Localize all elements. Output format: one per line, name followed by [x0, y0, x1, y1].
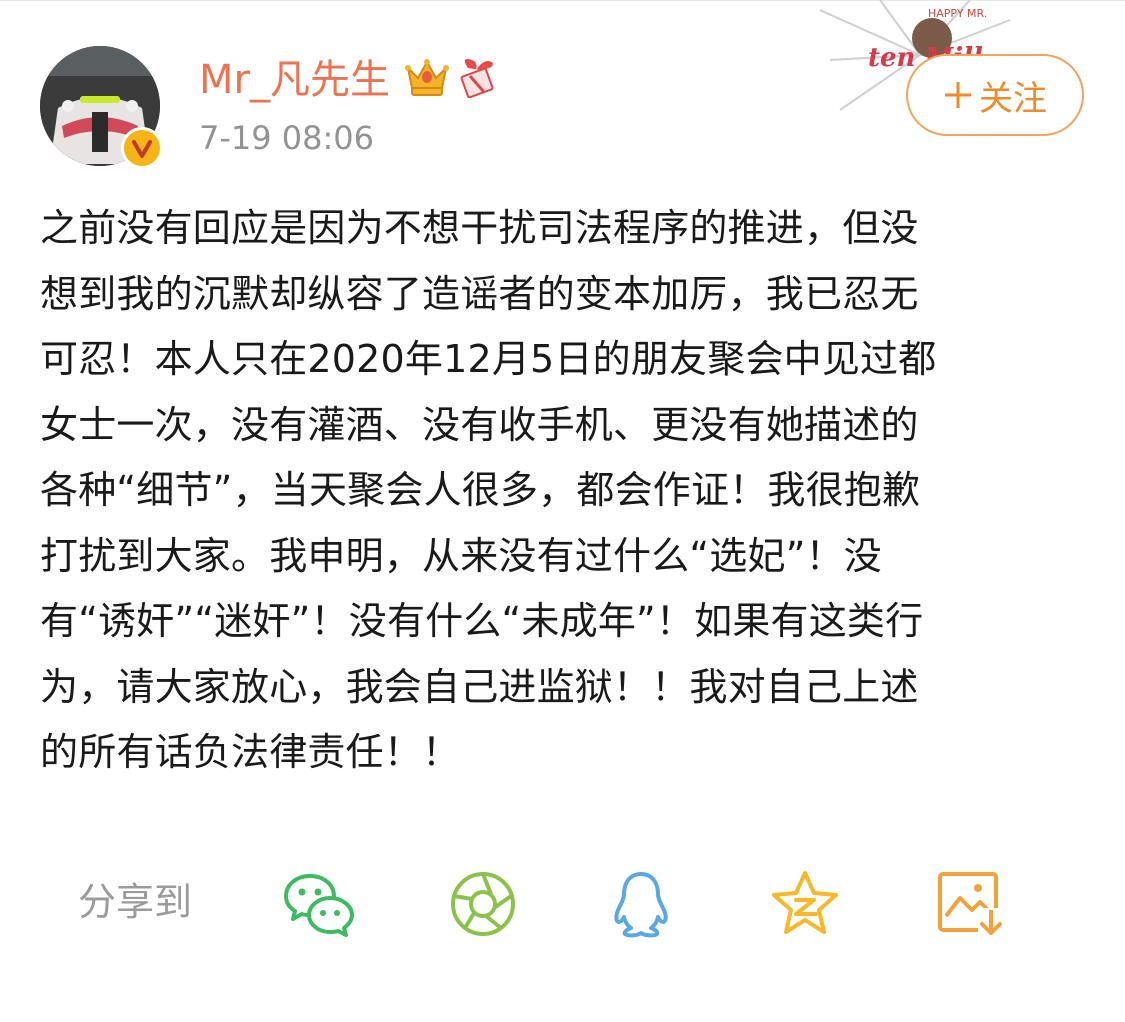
- follow-button-label: 关注: [979, 78, 1047, 119]
- post-line: 有“诱奸”“迷奸”！没有什么“未成年”！如果有这类行: [40, 599, 924, 643]
- crown-icon[interactable]: [404, 56, 450, 98]
- plus-icon: [945, 82, 971, 108]
- moments-icon[interactable]: [446, 868, 520, 940]
- follow-button[interactable]: 关注: [906, 54, 1084, 136]
- post-body: 之前没有回应是因为不想干扰司法程序的推进，但没 想到我的沉默却纵容了造谣者的变本…: [40, 196, 1090, 786]
- wechat-icon[interactable]: [282, 868, 356, 940]
- verified-v-icon: [129, 135, 155, 161]
- gift-icon[interactable]: [456, 52, 500, 98]
- qq-icon[interactable]: [604, 868, 678, 940]
- qzone-icon[interactable]: [768, 868, 842, 940]
- post-line: 之前没有回应是因为不想干扰司法程序的推进，但没: [40, 206, 919, 250]
- post-line: 各种“细节”，当天聚会人很多，都会作证！我很抱歉: [40, 468, 921, 512]
- post-line: 可忍！本人只在2020年12月5日的朋友聚会中见过都: [40, 337, 937, 381]
- post-line: 女士一次，没有灌酒、没有收手机、更没有她描述的: [40, 402, 919, 447]
- share-label: 分享到: [78, 880, 193, 924]
- verified-badge: [121, 127, 163, 169]
- post-line: 的所有话负法律责任！！: [40, 730, 461, 774]
- post-line: 打扰到大家。我申明，从来没有过什么“选妃”！没: [40, 533, 882, 578]
- post-timestamp: 7-19 08:06: [199, 119, 375, 157]
- save-image-icon[interactable]: [934, 868, 1008, 940]
- post-line: 想到我的沉默却纵容了造谣者的变本加厉，我已忍无: [40, 271, 919, 316]
- username[interactable]: Mr_凡先生: [199, 56, 390, 104]
- post-line: 为，请大家放心，我会自己进监狱！！我对自己上述: [40, 664, 919, 709]
- decoration-top-text: HAPPY MR.: [928, 7, 987, 20]
